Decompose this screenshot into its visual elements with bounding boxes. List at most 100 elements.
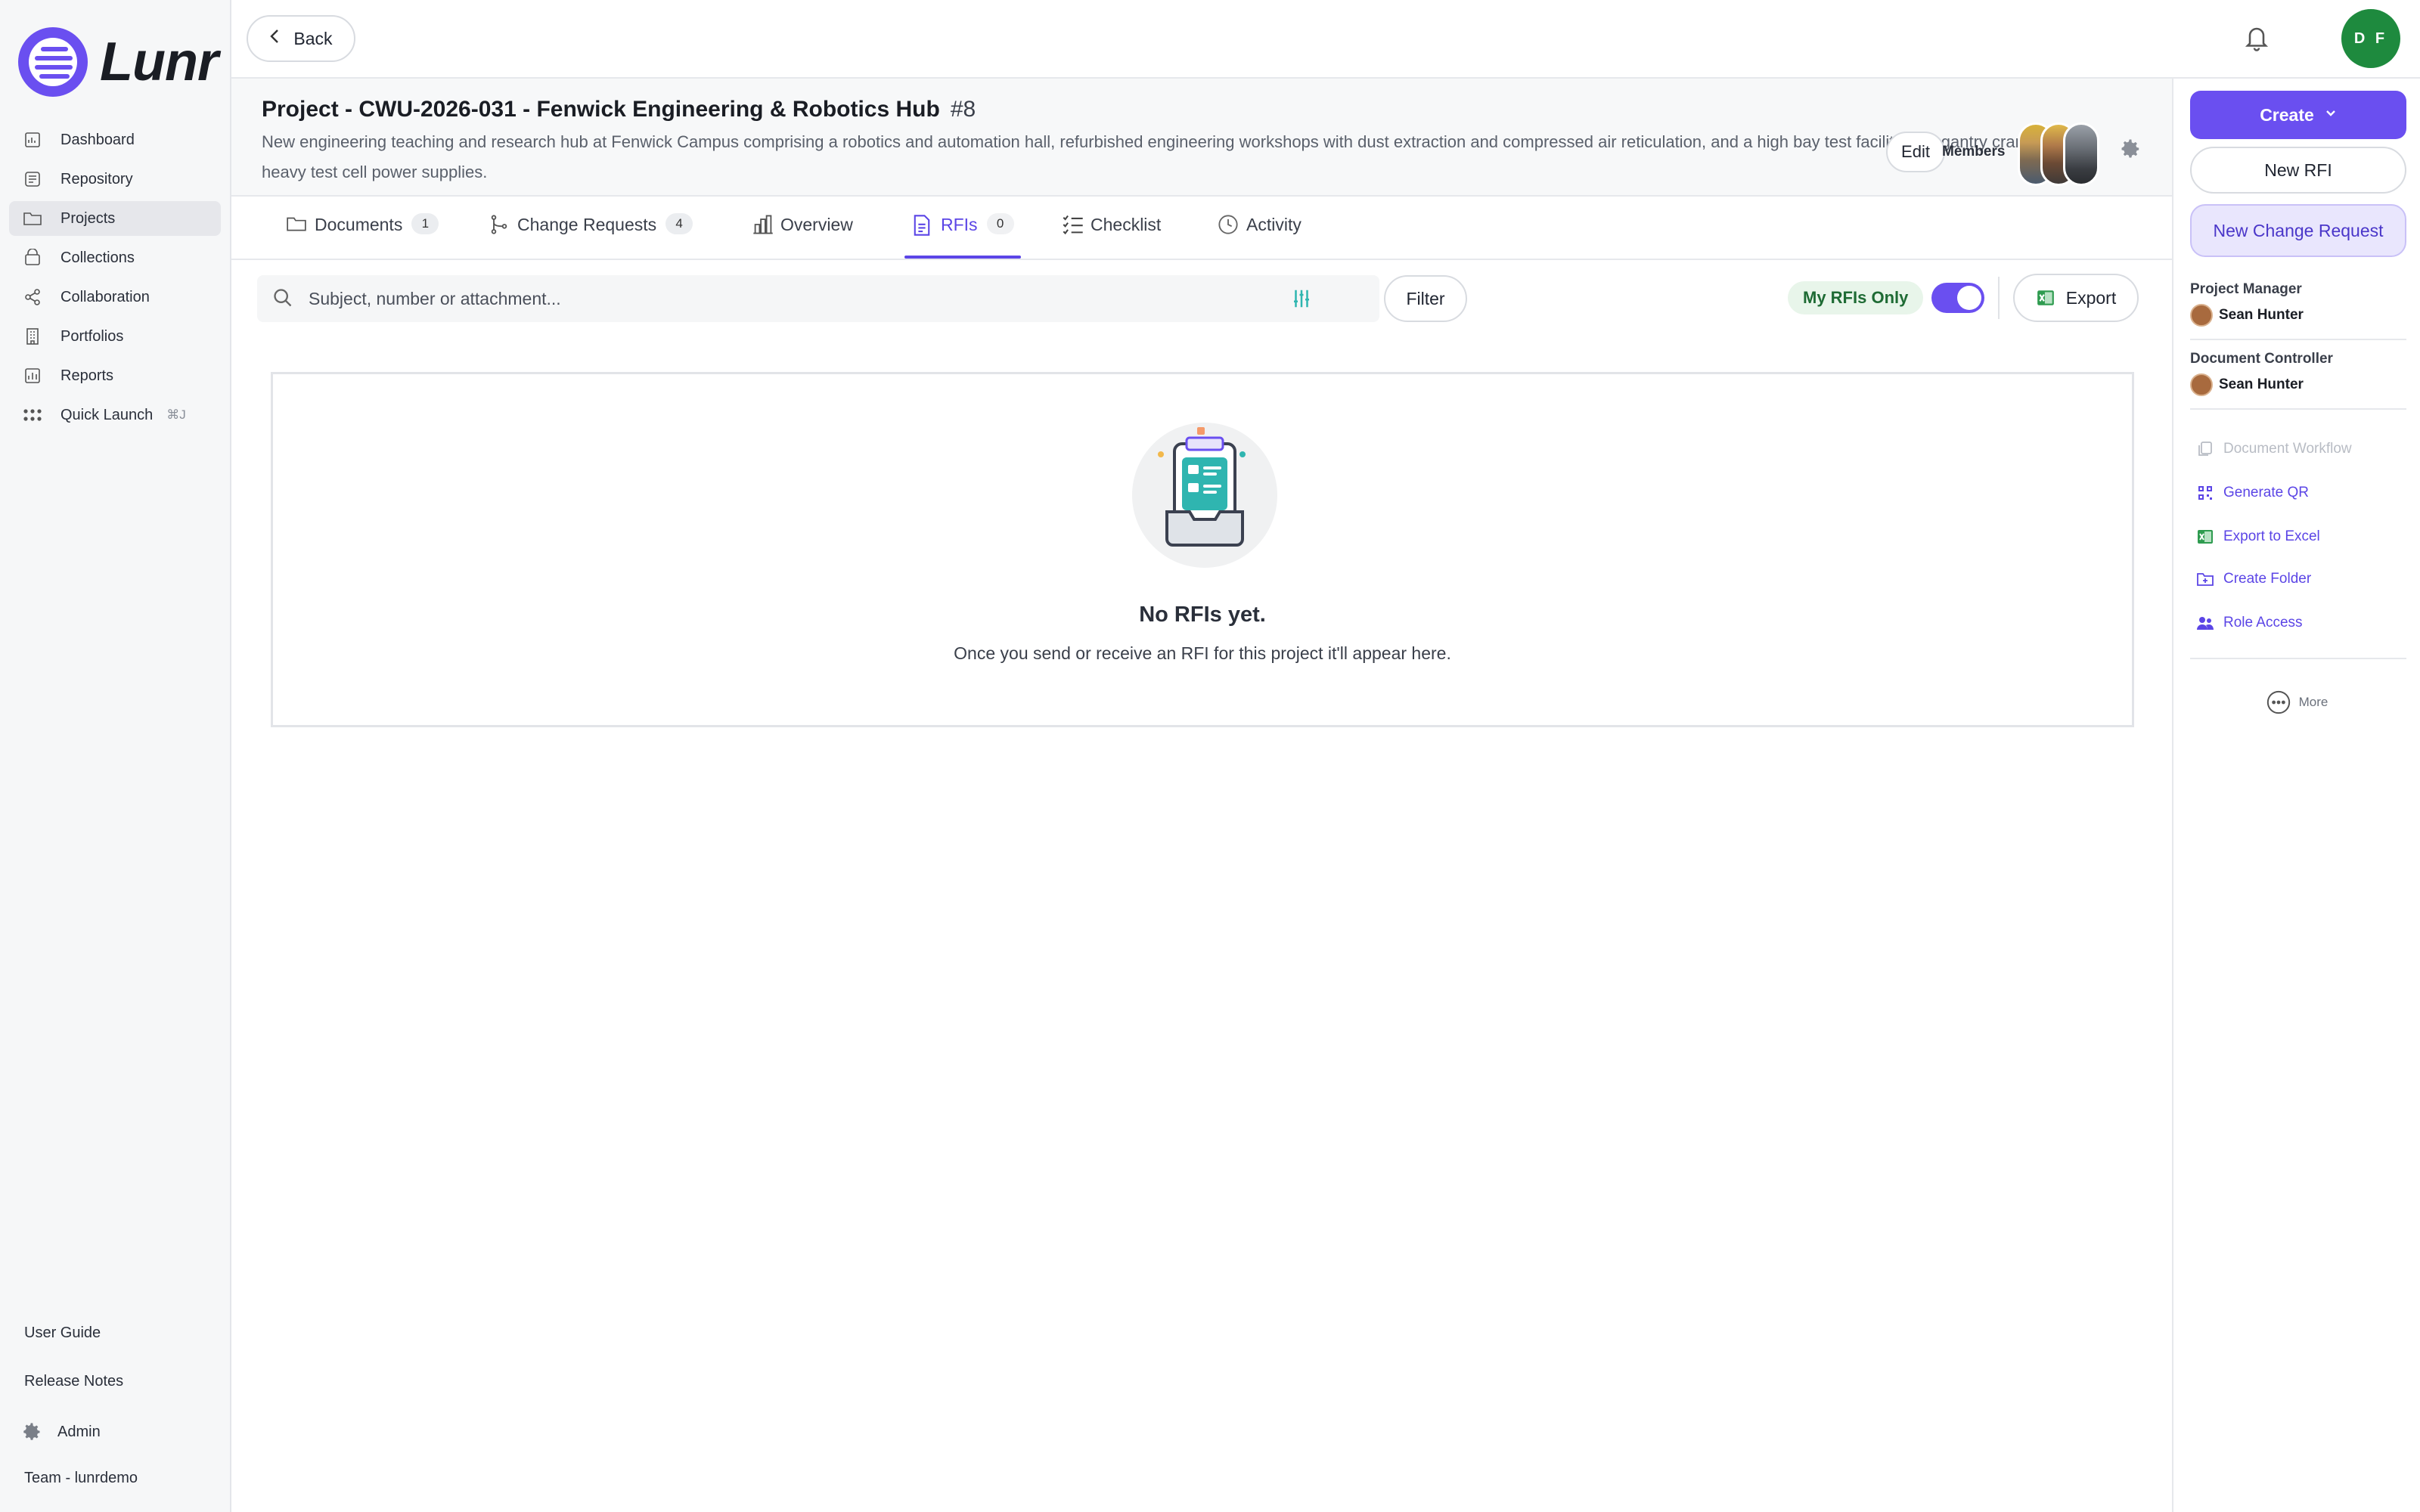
divider <box>1998 277 2000 319</box>
sliders-icon[interactable] <box>1290 287 1313 310</box>
folder-icon <box>286 214 307 235</box>
sidebar-nav: Dashboard Repository Projects Collection… <box>9 122 221 437</box>
project-manager[interactable]: Sean Hunter <box>2190 304 2304 327</box>
tab-label: Change Requests <box>517 215 657 234</box>
document-controller-name: Sean Hunter <box>2219 376 2304 392</box>
shortcut-hint: ⌘J <box>166 407 186 422</box>
excel-icon <box>2196 528 2214 546</box>
sidebar-item-label: Repository <box>60 170 133 187</box>
create-folder-action[interactable]: Create Folder <box>2196 570 2311 588</box>
tab-checklist[interactable]: Checklist <box>1062 215 1161 260</box>
sidebar-item-label: Dashboard <box>60 131 135 148</box>
action-label: Generate QR <box>2223 485 2309 500</box>
branch-icon <box>489 214 510 235</box>
copy-icon <box>2196 440 2214 458</box>
more-label: More <box>2298 695 2328 709</box>
document-controller[interactable]: Sean Hunter <box>2190 373 2304 396</box>
search-bar[interactable] <box>257 275 1379 322</box>
users-icon <box>2196 614 2214 632</box>
count-badge: 0 <box>986 213 1014 234</box>
project-title: Project - CWU-2026-031 - Fenwick Enginee… <box>262 97 940 122</box>
action-label: Create Folder <box>2223 571 2312 587</box>
sidebar-item-dashboard[interactable]: Dashboard <box>9 122 221 157</box>
top-bar: Back D F <box>231 0 2420 79</box>
role-access-action[interactable]: Role Access <box>2196 614 2303 632</box>
lunr-logo[interactable]: Lunr <box>18 27 219 97</box>
avatar <box>2190 304 2213 327</box>
export-button[interactable]: Export <box>2013 274 2139 322</box>
export-to-excel-action[interactable]: Export to Excel <box>2196 528 2320 546</box>
tab-label: Checklist <box>1091 215 1162 234</box>
bell-icon[interactable] <box>2243 23 2273 56</box>
admin-link[interactable]: Admin <box>21 1421 218 1442</box>
admin-label: Admin <box>57 1423 101 1440</box>
export-label: Export <box>2065 287 2117 308</box>
project-manager-name: Sean Hunter <box>2219 307 2304 323</box>
divider <box>2190 339 2406 340</box>
search-input[interactable] <box>309 288 1292 309</box>
checklist-icon <box>1062 214 1083 235</box>
tab-label: Activity <box>1246 215 1302 234</box>
document-controller-label: Document Controller <box>2190 351 2333 367</box>
grid-dots-icon <box>23 405 42 425</box>
lunr-logo-mark <box>18 27 88 97</box>
generate-qr-action[interactable]: Generate QR <box>2196 484 2309 502</box>
sidebar-item-reports[interactable]: Reports <box>9 358 221 393</box>
app-name: Lunr <box>100 32 219 92</box>
sidebar-item-collaboration[interactable]: Collaboration <box>9 280 221 314</box>
project-description: New engineering teaching and research hu… <box>262 132 2066 181</box>
sidebar-item-collections[interactable]: Collections <box>9 240 221 275</box>
tab-rfis[interactable]: RFIs 0 <box>912 213 1014 260</box>
user-guide-link[interactable]: User Guide <box>24 1325 221 1342</box>
clock-icon <box>1218 214 1239 235</box>
my-rfis-only-label: My RFIs Only <box>1788 281 1924 314</box>
building-icon <box>23 327 42 346</box>
edit-button[interactable]: Edit <box>1886 132 1945 172</box>
sidebar-item-label: Reports <box>60 367 114 384</box>
search-icon <box>272 287 295 310</box>
sidebar-item-repository[interactable]: Repository <box>9 162 221 197</box>
project-number: #8 <box>950 97 976 122</box>
tab-label: RFIs <box>941 215 978 234</box>
user-avatar[interactable]: D F <box>2341 9 2400 68</box>
sidebar-item-quick-launch[interactable]: Quick Launch ⌘J <box>9 398 221 432</box>
tab-change-requests[interactable]: Change Requests 4 <box>489 213 693 260</box>
bar-chart-icon <box>752 214 773 235</box>
sidebar-item-label: Collaboration <box>60 288 150 305</box>
empty-state-title: No RFIs yet. <box>1139 603 1266 627</box>
sidebar: Lunr Dashboard Repository Projects Colle… <box>0 0 231 1512</box>
excel-icon <box>2036 288 2055 308</box>
sidebar-item-portfolios[interactable]: Portfolios <box>9 319 221 354</box>
member-avatars[interactable] <box>2018 122 2102 186</box>
tab-activity[interactable]: Activity <box>1218 215 1302 260</box>
repository-icon <box>23 169 42 189</box>
folder-icon <box>23 209 42 228</box>
collection-icon <box>23 248 42 268</box>
release-notes-link[interactable]: Release Notes <box>24 1373 221 1390</box>
filter-button[interactable]: Filter <box>1384 275 1467 322</box>
create-button[interactable]: Create <box>2190 91 2406 139</box>
sidebar-item-label: Collections <box>60 249 135 266</box>
action-label: Role Access <box>2223 615 2303 631</box>
settings-gear-icon[interactable] <box>2119 138 2143 162</box>
divider <box>2190 408 2406 410</box>
create-label: Create <box>2260 104 2314 125</box>
active-tab-indicator <box>904 256 1021 259</box>
new-rfi-button[interactable]: New RFI <box>2190 147 2406 194</box>
tab-overview[interactable]: Overview <box>752 215 853 260</box>
team-label[interactable]: Team - lunrdemo <box>24 1470 221 1487</box>
inbox-illustration-icon <box>1131 421 1279 569</box>
folder-plus-icon <box>2196 570 2214 588</box>
chevron-down-icon <box>2325 108 2337 122</box>
new-change-request-button[interactable]: New Change Request <box>2190 204 2406 257</box>
document-workflow-action[interactable]: Document Workflow <box>2196 440 2352 458</box>
action-label: Document Workflow <box>2223 441 2352 457</box>
report-icon <box>23 366 42 386</box>
share-icon <box>23 287 42 307</box>
more-button[interactable]: More <box>2173 689 2420 715</box>
tab-documents[interactable]: Documents 1 <box>286 213 439 260</box>
back-button[interactable]: Back <box>247 15 355 62</box>
members-label: Members <box>1942 144 2006 160</box>
my-rfis-only-toggle[interactable] <box>1931 283 1984 313</box>
sidebar-item-projects[interactable]: Projects <box>9 201 221 236</box>
